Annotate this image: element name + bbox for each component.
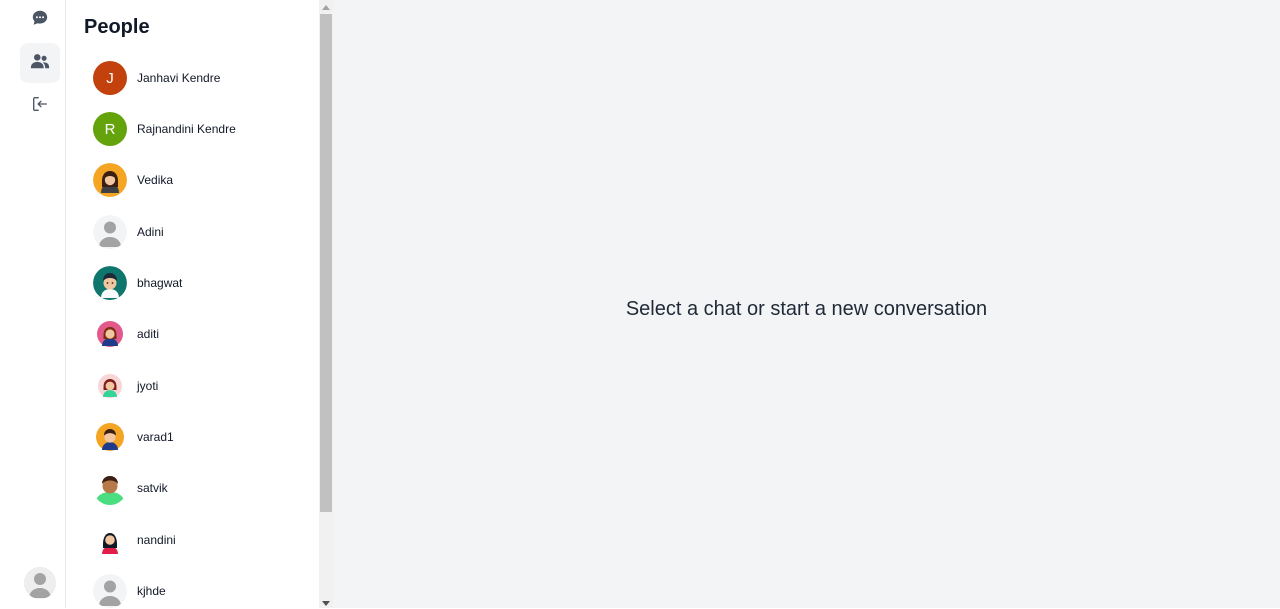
logout-button[interactable] (20, 86, 60, 126)
avatar (93, 317, 127, 351)
avatar (93, 574, 127, 608)
contact-item[interactable]: aditi (93, 316, 313, 352)
people-nav-button[interactable] (20, 43, 60, 83)
scroll-up-arrow-icon[interactable] (322, 5, 330, 10)
boy-avatar-icon (95, 476, 125, 505)
chat-bubble-icon (31, 9, 49, 32)
avatar (93, 523, 127, 557)
conversation-area: Select a chat or start a new conversatio… (333, 0, 1280, 608)
avatar (93, 163, 127, 197)
contact-item[interactable]: bhagwat (93, 265, 313, 301)
avatar: R (93, 112, 127, 146)
girl-avatar-icon (102, 533, 118, 554)
contact-item[interactable]: Adini (93, 214, 313, 250)
avatar (93, 471, 127, 505)
contact-item[interactable]: Vedika (93, 162, 313, 198)
contact-name: nandini (137, 533, 176, 547)
contact-name: Rajnandini Kendre (137, 122, 236, 136)
contact-name: Janhavi Kendre (137, 71, 221, 85)
contact-item[interactable]: satvik (93, 470, 313, 506)
profile-avatar[interactable] (24, 567, 56, 599)
people-panel: People J Janhavi Kendre R Rajnandini Ken… (67, 0, 319, 608)
contact-item[interactable]: jyoti (93, 368, 313, 404)
scrollbar-thumb[interactable] (320, 14, 332, 512)
contact-name: aditi (137, 327, 160, 341)
avatar: J (93, 61, 127, 95)
chats-nav-button[interactable] (20, 0, 60, 40)
contact-name: varad1 (137, 430, 174, 444)
avatar (93, 420, 127, 454)
contact-name: Vedika (137, 173, 174, 187)
people-scrollbar[interactable] (319, 0, 333, 608)
avatar (93, 369, 127, 403)
contact-item[interactable]: J Janhavi Kendre (93, 60, 313, 96)
contact-item[interactable]: nandini (93, 522, 313, 558)
people-icon (30, 52, 50, 75)
default-user-avatar-icon (93, 215, 127, 249)
scroll-down-arrow-icon[interactable] (322, 601, 330, 606)
contact-item[interactable]: kjhde (93, 573, 313, 609)
people-title: People (84, 16, 150, 38)
contact-name: bhagwat (137, 276, 183, 290)
contact-name: Adini (137, 225, 164, 239)
contact-name: kjhde (137, 584, 166, 598)
girl-avatar-icon (97, 321, 123, 347)
nav-rail (0, 0, 66, 608)
contact-name: jyoti (137, 379, 159, 393)
boy-avatar-icon (93, 266, 127, 300)
empty-state-message: Select a chat or start a new conversatio… (625, 298, 988, 320)
avatar (93, 266, 127, 300)
default-user-avatar-icon (24, 567, 56, 599)
girl-avatar-icon (93, 163, 127, 197)
contact-item[interactable]: R Rajnandini Kendre (93, 111, 313, 147)
avatar-initial: J (106, 69, 114, 87)
boy-avatar-icon (96, 423, 124, 451)
girl-avatar-icon (98, 374, 122, 398)
contact-name: satvik (137, 481, 168, 495)
avatar (93, 215, 127, 249)
contact-item[interactable]: varad1 (93, 419, 313, 455)
logout-icon (31, 95, 49, 118)
default-user-avatar-icon (93, 574, 127, 608)
avatar-initial: R (104, 120, 116, 138)
